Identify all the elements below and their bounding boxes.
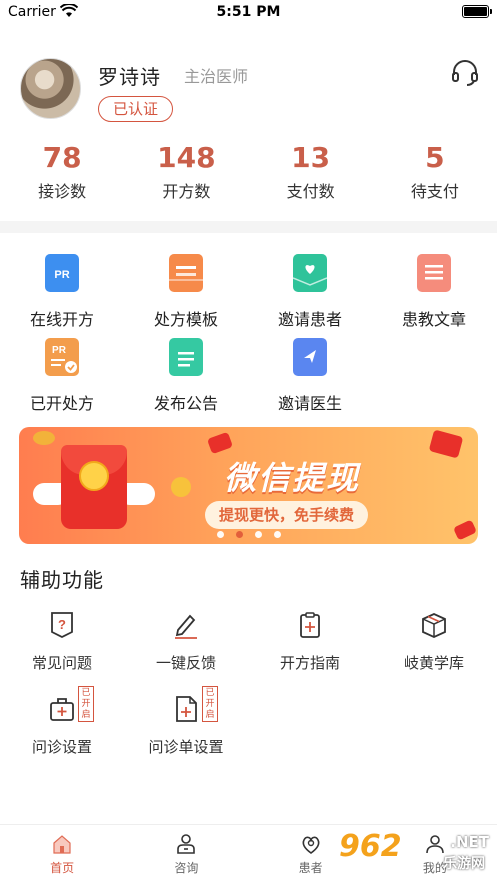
doctor-name: 罗诗诗 [98,65,161,89]
clipboard-icon [295,610,325,640]
function-label: 已开处方 [29,394,94,413]
stat-label: 接诊数 [38,182,87,201]
enabled-stamp: 已开启 [202,686,218,722]
aux-feedback[interactable]: 一键反馈 [124,610,248,673]
question-icon: ? [47,610,77,640]
watermark-brand: 962 [339,829,402,864]
banner-subtitle: 提现更快，免手续费 [205,501,369,529]
aux-label: 岐黄学库 [403,654,464,672]
section-divider [0,221,497,233]
carousel-dot-active[interactable] [235,531,243,538]
headset-icon[interactable] [450,58,480,88]
carousel-dot[interactable] [273,531,281,538]
tab-label: 首页 [50,861,75,875]
stat-label: 支付数 [286,182,335,201]
profile-header: 罗诗诗 主治医师 已认证 [20,56,480,126]
svg-text:PR: PR [54,269,69,281]
function-label: 邀请患者 [277,310,342,329]
stats-row: 78 接诊数 148 开方数 13 支付数 5 待支付 [0,140,497,206]
article-icon [417,254,451,292]
svg-text:PR: PR [52,345,67,356]
stat-label: 开方数 [162,182,211,201]
battery-icon [462,5,492,18]
issued-prescription-icon: PR [45,338,79,376]
coin-decoration [171,477,191,497]
stat-value: 78 [42,141,82,174]
function-label: 在线开方 [29,310,94,329]
aux-consult-settings[interactable]: 已开启 问诊设置 [0,686,124,757]
prescription-icon: PR [45,254,79,292]
aux-label: 问诊设置 [31,738,92,756]
banner-title: 微信提现 [224,459,361,497]
aux-guide[interactable]: 开方指南 [248,610,372,673]
function-article[interactable]: 患教文章 [372,254,496,330]
aux-form-settings[interactable]: 已开启 问诊单设置 [124,686,248,757]
medical-kit-icon [47,694,77,724]
invite-patient-icon [292,254,328,292]
aux-label: 开方指南 [279,654,340,672]
invite-doctor-icon [293,338,327,376]
carousel-dot[interactable] [216,531,224,538]
envelope-decoration [206,431,234,455]
function-announcement[interactable]: 发布公告 [124,338,248,414]
aux-label: 问诊单设置 [148,738,224,756]
stat-prescriptions[interactable]: 148 开方数 [124,140,248,206]
clock: 5:51 PM [216,4,281,20]
enabled-stamp: 已开启 [78,686,94,722]
function-label: 患教文章 [401,310,466,329]
pen-icon [171,610,201,640]
status-bar: Carrier 5:51 PM [0,0,497,26]
promo-banner[interactable]: 微信提现 提现更快，免手续费 [19,427,478,544]
document-add-icon [171,694,201,724]
doctor-title: 主治医师 [184,67,249,86]
verified-badge: 已认证 [98,96,174,122]
stat-value: 13 [291,141,331,174]
template-icon [169,254,203,292]
stat-pending[interactable]: 5 待支付 [373,140,497,206]
envelope-decoration [428,429,464,459]
stat-label: 待支付 [410,182,459,201]
function-label: 邀请医生 [277,394,342,413]
tab-home[interactable]: 首页 [0,825,124,883]
announcement-icon [169,338,203,376]
function-label: 处方模板 [153,310,218,329]
function-invite-doctor[interactable]: 邀请医生 [248,338,372,414]
site-watermark-logo: 962 .NET 乐游网 [339,829,489,879]
function-online-prescription[interactable]: PR 在线开方 [0,254,124,330]
coin-decoration [33,431,55,445]
home-icon [51,833,73,855]
tab-label: 咨询 [174,861,199,875]
function-template[interactable]: 处方模板 [124,254,248,330]
carousel-dot[interactable] [254,531,262,538]
function-issued-prescription[interactable]: PR 已开处方 [0,338,124,414]
carousel-dots [0,531,497,538]
stat-consultations[interactable]: 78 接诊数 [0,140,124,206]
tab-consult[interactable]: 咨询 [124,825,248,883]
watermark-net: .NET [450,833,489,851]
coin-decoration [79,461,109,491]
stat-value: 148 [157,141,216,174]
svg-text:?: ? [58,617,66,632]
aux-section-title: 辅助功能 [20,568,104,592]
consult-icon [175,833,197,855]
avatar[interactable] [20,58,81,119]
function-invite-patient[interactable]: 邀请患者 [248,254,372,330]
stat-value: 5 [425,141,445,174]
box-icon [419,610,449,640]
function-label: 发布公告 [153,394,218,413]
patient-icon [300,833,322,855]
aux-library[interactable]: 岐黄学库 [372,610,496,673]
aux-label: 一键反馈 [155,654,216,672]
stat-paid[interactable]: 13 支付数 [249,140,373,206]
aux-faq[interactable]: ? 常见问题 [0,610,124,673]
watermark-text: 乐游网 [443,856,485,872]
aux-label: 常见问题 [31,654,92,672]
